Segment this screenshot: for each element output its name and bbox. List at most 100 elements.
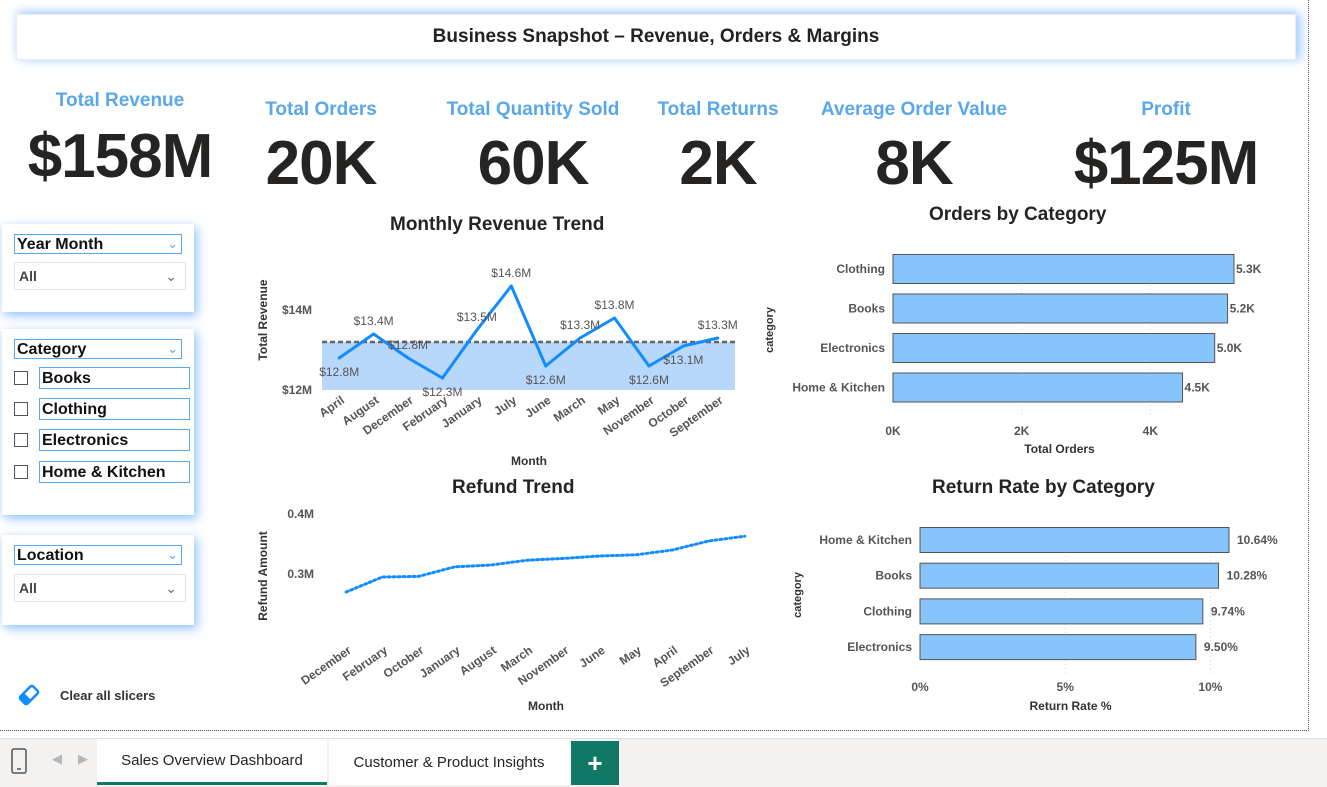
x-tick-label: May <box>617 643 644 668</box>
location-slicer-header[interactable]: Location ⌄ <box>14 545 182 565</box>
checkbox[interactable] <box>14 402 28 416</box>
revenue-point <box>578 336 582 340</box>
tab-label: Sales Overview Dashboard <box>121 752 303 769</box>
y-tick-label: Electronics <box>847 640 912 654</box>
report-title: Business Snapshot – Revenue, Orders & Ma… <box>16 14 1296 60</box>
data-label: $13.3M <box>698 318 738 332</box>
y-tick-label: Books <box>848 302 885 316</box>
data-label: $13.5M <box>457 310 497 324</box>
year-month-dropdown[interactable]: All ⌄ <box>14 262 186 290</box>
refund-point <box>417 575 420 578</box>
data-label: $12.6M <box>526 373 566 387</box>
kpi-label: Total Quantity Sold <box>446 99 620 120</box>
kpi-total-returns[interactable]: Total Returns 2K <box>643 99 793 195</box>
kpi-average-order-value[interactable]: Average Order Value 8K <box>800 99 1028 195</box>
revenue-point <box>647 364 651 368</box>
chevron-down-icon[interactable]: ⌄ <box>165 575 177 602</box>
data-label: $12.6M <box>629 373 669 387</box>
revenue-point <box>440 376 444 380</box>
bar <box>892 254 1235 284</box>
data-label: 9.74% <box>1211 604 1245 618</box>
y-axis-title: category <box>792 571 804 618</box>
orders-by-category-chart[interactable]: Orders by Category 0K 2K 4K Clothing 5.3K Boo… <box>760 200 1290 465</box>
tab-sales-overview[interactable]: Sales Overview Dashboard <box>97 739 327 785</box>
return-rate-chart[interactable]: Return Rate by Category 0% 5% 10% Home & Ki… <box>785 474 1300 724</box>
kpi-profit[interactable]: Profit $125M <box>1046 99 1286 195</box>
x-tick-label: 0K <box>885 424 901 438</box>
clear-all-slicers-label: Clear all slicers <box>60 687 156 703</box>
refund-point <box>526 559 529 562</box>
tab-scroll-left-icon[interactable]: ◀ <box>52 751 62 767</box>
chevron-down-icon[interactable]: ⌄ <box>167 234 178 253</box>
kpi-value: 2K <box>679 129 757 198</box>
x-tick-label: June <box>577 643 608 671</box>
revenue-point <box>681 344 685 348</box>
x-tick-label: July <box>725 643 753 668</box>
y-tick-label: Clothing <box>863 604 912 618</box>
category-slicer-header[interactable]: Category ⌄ <box>14 339 182 359</box>
kpi-label: Average Order Value <box>820 99 1008 120</box>
kpi-value: $125M <box>1073 129 1260 198</box>
plus-icon: + <box>587 747 603 778</box>
revenue-point <box>613 316 617 320</box>
revenue-point <box>406 356 410 360</box>
refund-point <box>635 553 638 556</box>
refund-point <box>671 549 674 551</box>
clear-all-slicers-button[interactable]: Clear all slicers <box>16 682 155 708</box>
kpi-total-quantity-sold[interactable]: Total Quantity Sold 60K <box>423 99 643 195</box>
year-month-slicer-header[interactable]: Year Month ⌄ <box>14 234 182 254</box>
x-tick-label: 4K <box>1143 424 1159 438</box>
data-label: 10.28% <box>1227 569 1268 583</box>
category-option-books[interactable]: Books <box>14 367 192 391</box>
y-axis-title: Total Revenue <box>256 279 270 360</box>
y-tick-label: Electronics <box>820 341 885 355</box>
y-tick-label: Home & Kitchen <box>792 381 885 395</box>
kpi-value: 60K <box>477 129 590 198</box>
x-tick-label: 10% <box>1198 680 1222 694</box>
data-label: $13.1M <box>663 353 703 367</box>
monthly-revenue-chart[interactable]: Monthly Revenue Trend $12M $14M $12.8M Apri… <box>250 208 750 473</box>
refund-trend-chart[interactable]: Refund Trend 0.3M 0.4M December February Oct… <box>250 474 770 724</box>
y-tick-label: 0.4M <box>287 507 314 521</box>
bar <box>919 562 1220 589</box>
revenue-point <box>475 328 479 332</box>
dropdown-value: All <box>19 580 37 596</box>
checkbox[interactable] <box>14 433 28 447</box>
category-option-home-kitchen[interactable]: Home & Kitchen <box>14 461 192 485</box>
location-dropdown[interactable]: All ⌄ <box>14 574 186 602</box>
add-page-button[interactable]: + <box>571 741 619 785</box>
option-label: Clothing <box>39 398 190 420</box>
x-axis-title: Month <box>528 699 564 713</box>
mobile-layout-icon[interactable] <box>10 747 28 775</box>
monthly-revenue-plot: $12M$14M$12.8MApril$13.4MAugust$12.8MDec… <box>256 266 738 468</box>
category-option-clothing[interactable]: Clothing <box>14 398 192 422</box>
checkbox[interactable] <box>14 465 28 479</box>
tab-scroll-right-icon[interactable]: ▶ <box>78 751 88 767</box>
data-label: 9.50% <box>1204 640 1238 654</box>
chevron-down-icon[interactable]: ⌄ <box>167 545 178 564</box>
tab-customer-product-insights[interactable]: Customer & Product Insights <box>329 739 569 785</box>
kpi-label: Total Returns <box>657 99 779 120</box>
bar <box>892 372 1184 403</box>
chevron-down-icon[interactable]: ⌄ <box>167 339 178 358</box>
orders-by-category-plot: 0K 2K 4K Clothing 5.3K Books 5.2K Electronics 5.… <box>764 254 1262 456</box>
category-option-electronics[interactable]: Electronics <box>14 429 192 453</box>
data-label: $12.8M <box>319 365 359 379</box>
data-label: $13.3M <box>560 318 600 332</box>
y-axis-title: category <box>764 306 776 353</box>
slicer-header-label: Category <box>17 341 87 358</box>
category-slicer: Category ⌄ Books Clothing Electronics Ho… <box>2 329 194 515</box>
slicer-header-label: Year Month <box>17 236 104 253</box>
kpi-value: 8K <box>875 129 953 198</box>
checkbox[interactable] <box>14 371 28 385</box>
kpi-total-orders[interactable]: Total Orders 20K <box>231 99 411 195</box>
chevron-down-icon[interactable]: ⌄ <box>165 263 177 290</box>
y-tick-label: $12M <box>282 383 312 397</box>
data-label: $13.8M <box>595 298 635 312</box>
kpi-label: Profit <box>1141 99 1191 120</box>
refund-point <box>381 576 384 578</box>
refund-point <box>345 591 348 593</box>
kpi-total-revenue[interactable]: Total Revenue $158M <box>10 90 230 188</box>
kpi-label: Total Orders <box>265 99 377 120</box>
data-label: 4.5K <box>1185 381 1211 395</box>
